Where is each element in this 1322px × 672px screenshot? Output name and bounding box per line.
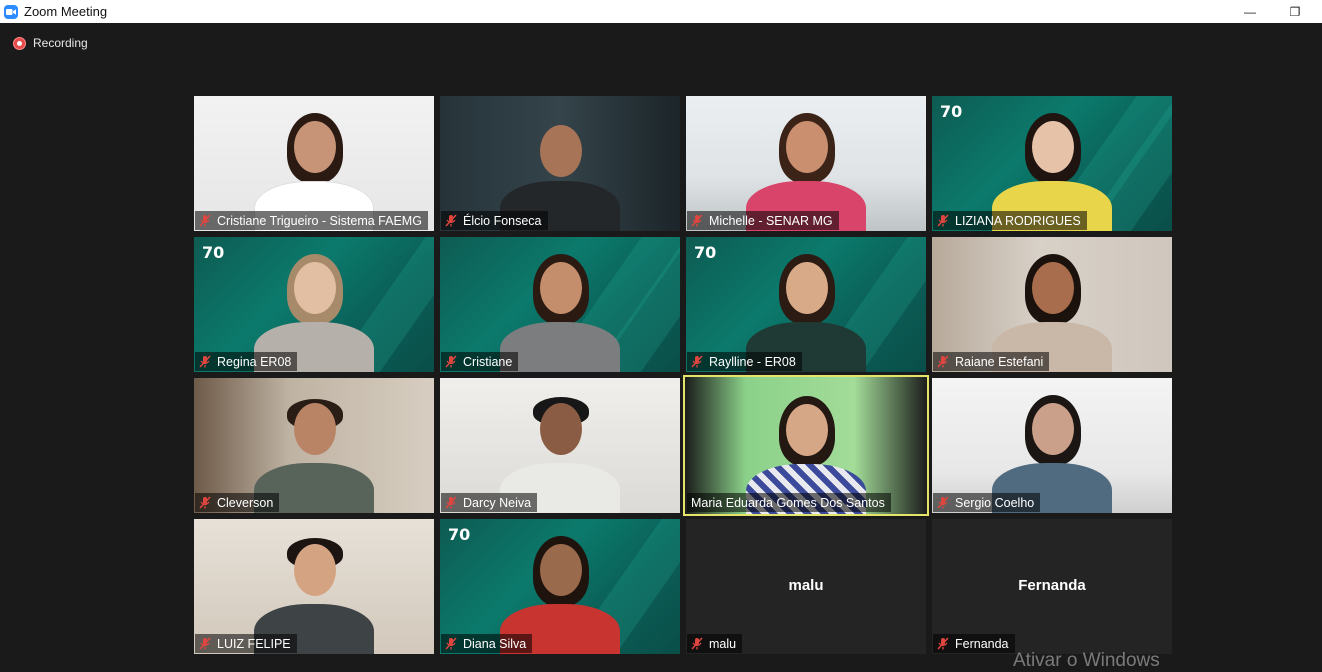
participant-name: Raylline - ER08 [709, 354, 796, 369]
anniversary-badge: 70 [940, 102, 963, 121]
participant-name: malu [709, 636, 737, 651]
anniversary-badge: 70 [448, 525, 471, 544]
participant-name-label: Élcio Fonseca [441, 211, 548, 230]
recording-dot-icon [13, 36, 26, 50]
participant-display-name: malu [788, 577, 824, 594]
anniversary-badge: 70 [202, 243, 225, 262]
muted-mic-icon [445, 355, 457, 368]
participant-name-label: LIZIANA RODRIGUES [933, 211, 1087, 230]
participant-name: Darcy Neiva [463, 495, 532, 510]
participant-name: Cristiane [463, 354, 513, 369]
participant-name: Michelle - SENAR MG [709, 213, 833, 228]
muted-mic-icon [445, 214, 457, 227]
participant-name-label: Regina ER08 [195, 352, 298, 371]
video-tile[interactable]: Raiane Estefani [932, 237, 1172, 372]
video-tile[interactable]: 70 Raylline - ER08 [686, 237, 926, 372]
muted-mic-icon [691, 637, 703, 650]
participant-name: Élcio Fonseca [463, 213, 542, 228]
participant-name: Maria Eduarda Gomes Dos Santos [691, 495, 885, 510]
video-off-tile[interactable]: Fernanda Fernanda [932, 519, 1172, 654]
participant-display-name: Fernanda [1018, 577, 1086, 594]
minimize-button[interactable]: — [1227, 0, 1273, 23]
muted-mic-icon [937, 355, 949, 368]
participant-name-label: Raylline - ER08 [687, 352, 802, 371]
recording-indicator[interactable]: Recording [13, 36, 88, 50]
video-tile[interactable]: Michelle - SENAR MG [686, 96, 926, 231]
video-tile[interactable]: 70 Regina ER08 [194, 237, 434, 372]
video-tile[interactable]: 70 Diana Silva [440, 519, 680, 654]
muted-mic-icon [691, 214, 703, 227]
anniversary-badge: 70 [694, 243, 717, 262]
participant-name-label: Cristiane [441, 352, 519, 371]
participant-name-label: Sergio Coelho [933, 493, 1041, 512]
recording-label: Recording [33, 36, 88, 50]
participant-name-label: Michelle - SENAR MG [687, 211, 839, 230]
active-speaker-tile[interactable]: Maria Eduarda Gomes Dos Santos [683, 375, 929, 516]
muted-mic-icon [445, 637, 457, 650]
muted-mic-icon [937, 637, 949, 650]
participant-name: Raiane Estefani [955, 354, 1044, 369]
muted-mic-icon [445, 496, 457, 509]
participant-name: Regina ER08 [217, 354, 292, 369]
restore-button[interactable]: ❐ [1272, 0, 1318, 23]
participant-name: Sergio Coelho [955, 495, 1035, 510]
participant-name: Cristiane Trigueiro - Sistema FAEMG [217, 213, 422, 228]
muted-mic-icon [937, 214, 949, 227]
video-tile[interactable]: Élcio Fonseca [440, 96, 680, 231]
video-off-tile[interactable]: malu malu [686, 519, 926, 654]
participant-name: Diana Silva [463, 636, 527, 651]
title-bar: Zoom Meeting — ❐ [0, 0, 1322, 23]
participant-name-label: Darcy Neiva [441, 493, 538, 512]
windows-activation-watermark: Ativar o Windows [1013, 650, 1160, 671]
video-tile[interactable]: LUIZ FELIPE [194, 519, 434, 654]
participant-name: Cleverson [217, 495, 274, 510]
participant-name-label: Fernanda [933, 634, 1015, 653]
muted-mic-icon [199, 355, 211, 368]
participant-name-label: Maria Eduarda Gomes Dos Santos [687, 493, 891, 512]
participant-name: LUIZ FELIPE [217, 636, 291, 651]
participant-name: Fernanda [955, 636, 1009, 651]
video-tile[interactable]: Darcy Neiva [440, 378, 680, 513]
video-tile[interactable]: Cleverson [194, 378, 434, 513]
muted-mic-icon [199, 214, 211, 227]
participant-name-label: Raiane Estefani [933, 352, 1050, 371]
participant-name-label: Cristiane Trigueiro - Sistema FAEMG [195, 211, 428, 230]
zoom-app-icon [4, 4, 18, 19]
muted-mic-icon [199, 637, 211, 650]
video-tile[interactable]: Sergio Coelho [932, 378, 1172, 513]
participant-name-label: LUIZ FELIPE [195, 634, 297, 653]
muted-mic-icon [199, 496, 211, 509]
video-tile[interactable]: Cristiane Trigueiro - Sistema FAEMG [194, 96, 434, 231]
video-tile[interactable]: 70 LIZIANA RODRIGUES [932, 96, 1172, 231]
window-title: Zoom Meeting [24, 4, 108, 19]
participant-name: LIZIANA RODRIGUES [955, 213, 1081, 228]
participant-name-label: Cleverson [195, 493, 280, 512]
participant-name-label: Diana Silva [441, 634, 533, 653]
participant-name-label: malu [687, 634, 743, 653]
video-tile[interactable]: Cristiane [440, 237, 680, 372]
muted-mic-icon [691, 355, 703, 368]
muted-mic-icon [937, 496, 949, 509]
